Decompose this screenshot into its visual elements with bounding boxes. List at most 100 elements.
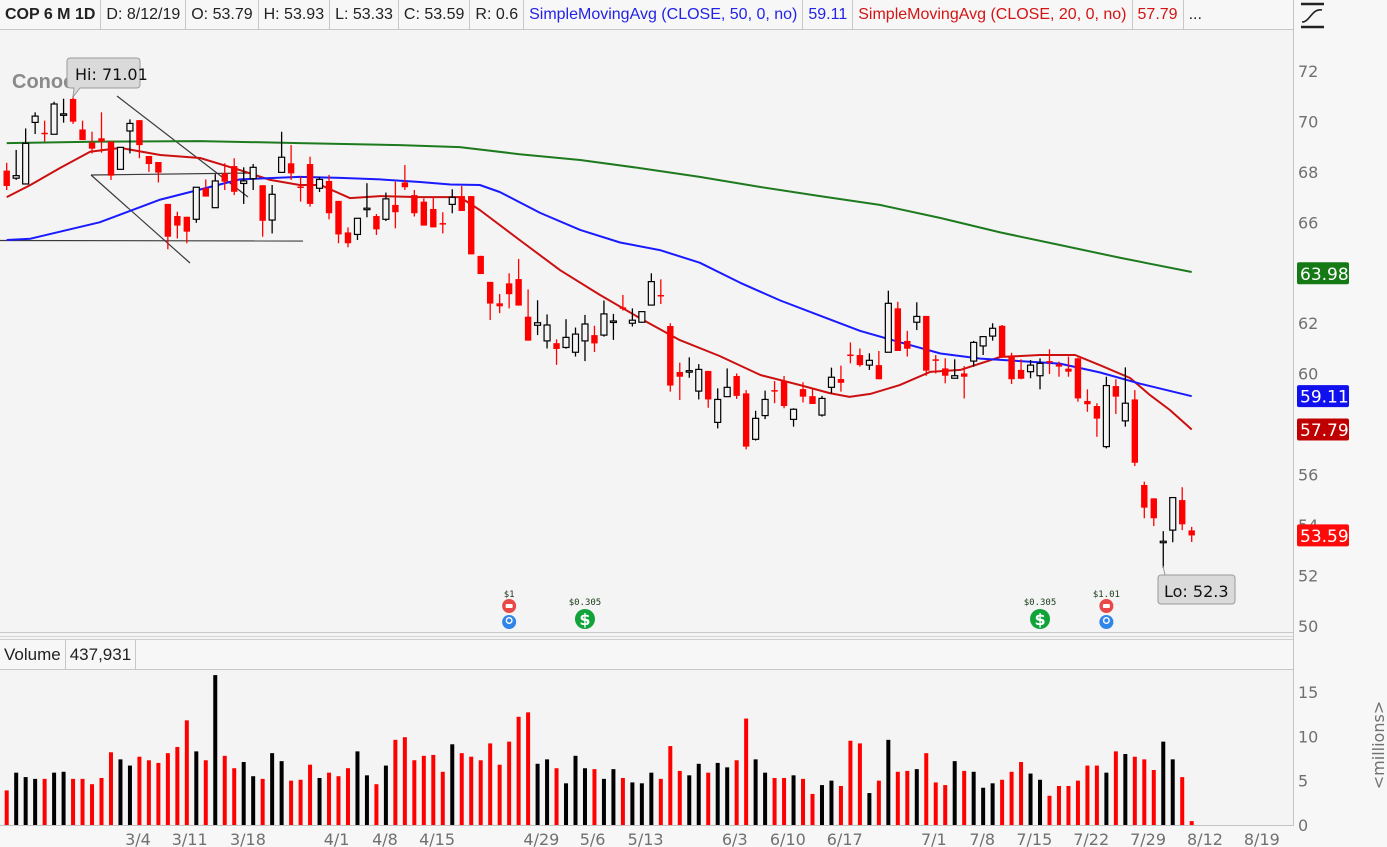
volume-bar: [725, 767, 730, 825]
candle-body: [382, 198, 390, 220]
price-tag: 53.59: [1297, 524, 1349, 547]
candle-body: [979, 336, 987, 347]
candle: [1093, 403, 1101, 437]
candle-body: [761, 398, 769, 417]
price-axis[interactable]: 50 52 54 56 58 60 62 64 66 68 70 72: [1298, 62, 1318, 636]
candle: [126, 119, 134, 154]
date-tick-label: 7/8: [969, 830, 995, 847]
volume-bar: [886, 739, 891, 825]
candle: [1150, 498, 1157, 527]
candle: [1026, 360, 1035, 379]
chart-header: COP 6 M 1D D: 8/12/19 O: 53.79 H: 53.93 …: [0, 0, 1293, 30]
event-marker[interactable]: $1: [502, 590, 517, 629]
sma20-study-label[interactable]: SimpleMovingAvg (CLOSE, 20, 0, no): [853, 0, 1133, 29]
event-marker[interactable]: $0.305 $: [569, 598, 602, 629]
candle-body: [335, 200, 342, 235]
date-readout: D: 8/12/19: [101, 0, 187, 29]
volume-bar: [270, 753, 275, 825]
volume-bar: [905, 770, 910, 825]
volume-bar: [611, 769, 616, 825]
volume-bar: [232, 768, 237, 825]
event-marker[interactable]: $0.305 $: [1024, 598, 1057, 629]
volume-bar: [469, 756, 474, 825]
candle-body: [780, 381, 788, 406]
candle-body: [496, 303, 503, 307]
candle-body: [1084, 400, 1091, 405]
symbol-label[interactable]: COP 6 M 1D: [0, 0, 102, 29]
chart-settings-icon[interactable]: [1301, 2, 1324, 29]
candle-body: [41, 132, 48, 135]
candle: [41, 120, 48, 142]
horizontal-line-support[interactable]: [0, 239, 304, 242]
more-studies-button[interactable]: ...: [1184, 0, 1207, 29]
price-tick-label: 60: [1298, 365, 1318, 384]
volume-bar: [715, 762, 720, 825]
candle: [827, 367, 836, 394]
trendline-upper[interactable]: [116, 95, 249, 198]
volume-unit-label: <millions>: [1369, 701, 1387, 789]
candle: [979, 336, 987, 356]
drawing-trendlines[interactable]: [0, 95, 304, 264]
volume-bar: [507, 741, 512, 825]
volume-bar: [763, 772, 768, 825]
date-tick-label: 6/17: [827, 830, 863, 847]
date-tick-label: 3/18: [230, 830, 266, 847]
price-tag-box: [1297, 418, 1349, 441]
candle-body: [259, 185, 266, 221]
candle-body: [458, 196, 465, 211]
candle-body: [647, 281, 655, 306]
candle: [458, 185, 465, 211]
candle-body: [970, 341, 978, 362]
phone-icon: [1099, 599, 1114, 613]
candle-body: [136, 120, 143, 146]
candle: [600, 300, 608, 337]
candle-body: [287, 163, 295, 174]
date-axis[interactable]: 3/4 3/11 3/18 4/1 4/8 4/15 4/29 5/6 5/13 6/3 6/10 6…: [125, 830, 1280, 847]
candle: [809, 388, 816, 404]
candle-body: [998, 325, 1006, 358]
volume-axis[interactable]: 0 5 10 15: [1298, 683, 1318, 835]
price-tag-box: [1297, 385, 1349, 408]
sma50-study-label[interactable]: SimpleMovingAvg (CLOSE, 50, 0, no): [524, 0, 804, 29]
candle-body: [667, 326, 674, 386]
candle-body: [344, 232, 352, 244]
candle-body: [1150, 498, 1157, 519]
volume-bar: [298, 779, 303, 825]
price-tag-value: 53.59: [1300, 527, 1349, 547]
price-tag-value: 63.98: [1300, 265, 1349, 285]
phone-icon-glyph: [1102, 604, 1110, 608]
event-marker[interactable]: $1.01: [1093, 590, 1120, 629]
volume-bar: [1056, 785, 1061, 825]
candle-body: [1188, 530, 1195, 536]
candle: [174, 211, 181, 239]
volume-bar: [1038, 779, 1043, 825]
volume-bar: [14, 772, 19, 825]
volume-tick-label: 15: [1298, 683, 1318, 702]
candle-body: [439, 223, 446, 225]
candle: [657, 279, 665, 305]
date-tick-label: 7/22: [1073, 830, 1109, 847]
candle-body: [875, 365, 883, 380]
trendline-lower[interactable]: [90, 174, 191, 264]
date-tick-label: 4/15: [419, 830, 455, 847]
volume-bar: [317, 777, 322, 825]
candle-body: [1055, 364, 1063, 367]
candle-body: [600, 313, 608, 336]
candle: [705, 370, 712, 408]
price-chart[interactable]: Conoc 50 52 54 56 58 60 62 64 66 68 70 72 0 5 10 15 <m…: [0, 0, 1387, 847]
volume-bar: [933, 782, 938, 825]
candle-body: [553, 343, 560, 349]
volume-bar: [516, 716, 521, 825]
candle: [989, 323, 997, 341]
candle: [752, 410, 760, 441]
volume-tick-label: 0: [1298, 816, 1308, 835]
volume-bar: [80, 778, 85, 825]
price-tag: 59.11: [1297, 385, 1349, 408]
sma200-line: [6, 140, 1192, 273]
corporate-events: $1 $0.305 $ $0.305 $ $1.01: [502, 590, 1120, 629]
horizontal-line-resistance[interactable]: [90, 172, 254, 176]
volume-bar: [819, 785, 824, 825]
candle: [31, 112, 39, 135]
candle: [505, 273, 513, 309]
candle-body: [723, 386, 731, 398]
